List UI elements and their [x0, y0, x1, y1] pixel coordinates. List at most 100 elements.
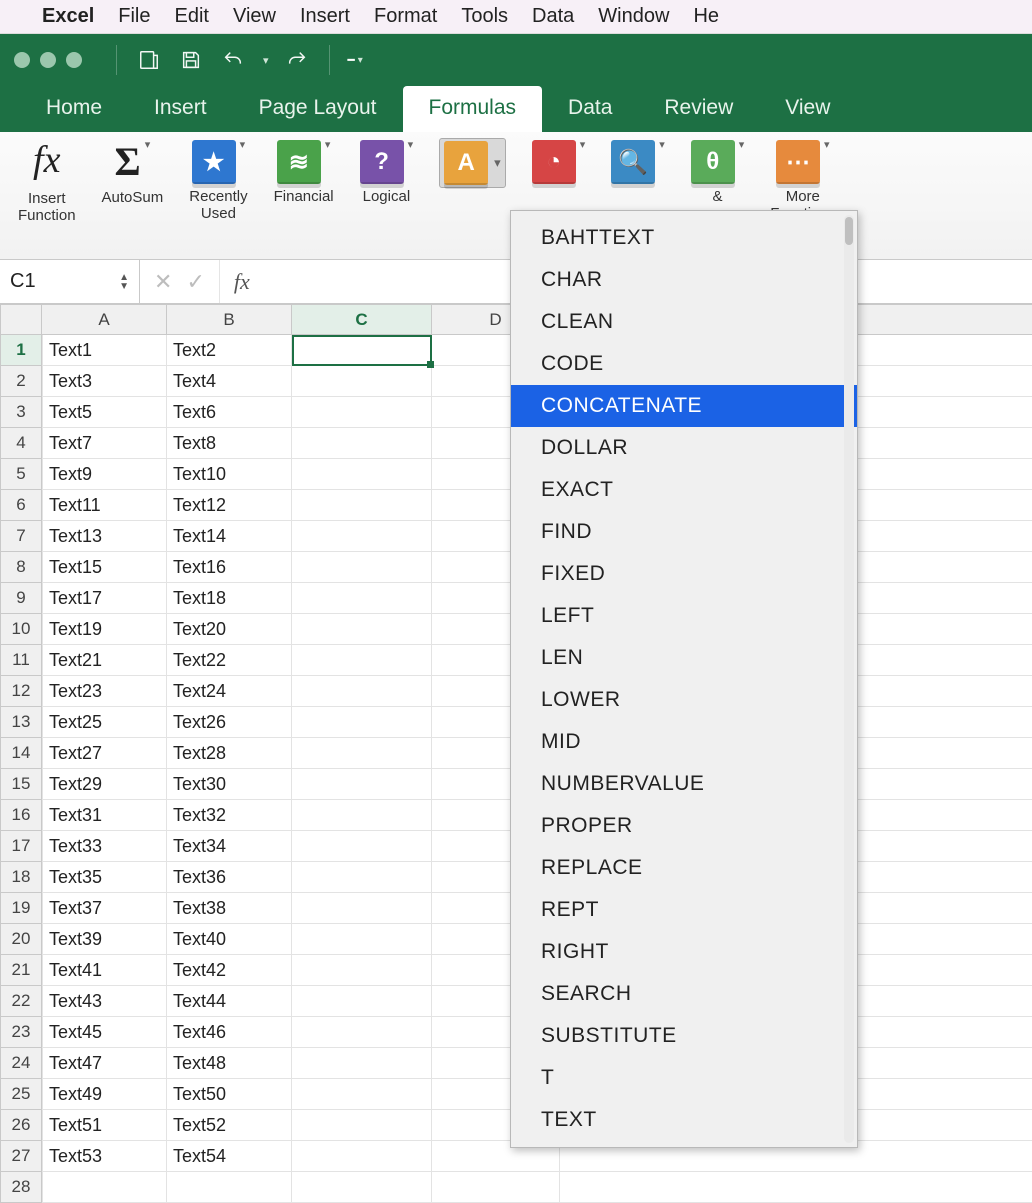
cell[interactable]: Text42: [167, 955, 292, 986]
row-header[interactable]: 16: [0, 800, 42, 831]
undo-dropdown-icon[interactable]: ▾: [263, 54, 269, 67]
dropdown-item[interactable]: FIXED: [511, 553, 857, 595]
cell[interactable]: Text53: [42, 1141, 167, 1172]
menu-window[interactable]: Window: [598, 5, 669, 28]
dropdown-item[interactable]: FIND: [511, 511, 857, 553]
cell[interactable]: Text3: [42, 366, 167, 397]
row-header[interactable]: 21: [0, 955, 42, 986]
cell[interactable]: Text13: [42, 521, 167, 552]
cell[interactable]: [292, 1110, 432, 1141]
accept-formula-icon[interactable]: ✓: [186, 269, 204, 295]
row-header[interactable]: 6: [0, 490, 42, 521]
cell[interactable]: Text4: [167, 366, 292, 397]
cell[interactable]: Text30: [167, 769, 292, 800]
cell[interactable]: Text26: [167, 707, 292, 738]
cell[interactable]: Text32: [167, 800, 292, 831]
row-header[interactable]: 2: [0, 366, 42, 397]
cell[interactable]: Text54: [167, 1141, 292, 1172]
dropdown-item[interactable]: T: [511, 1057, 857, 1099]
cell[interactable]: [292, 924, 432, 955]
redo-icon[interactable]: [283, 46, 311, 74]
dropdown-scroll-thumb[interactable]: [845, 217, 853, 245]
insert-function-button[interactable]: fx Insert Function: [10, 138, 84, 255]
cell[interactable]: Text34: [167, 831, 292, 862]
dropdown-item[interactable]: PROPER: [511, 805, 857, 847]
cell[interactable]: Text15: [42, 552, 167, 583]
dropdown-item[interactable]: BAHTTEXT: [511, 217, 857, 259]
cell[interactable]: Text5: [42, 397, 167, 428]
cell[interactable]: Text41: [42, 955, 167, 986]
col-header-B[interactable]: B: [167, 304, 292, 335]
cell[interactable]: [292, 335, 432, 366]
row-header[interactable]: 23: [0, 1017, 42, 1048]
cell[interactable]: [292, 862, 432, 893]
col-header-C[interactable]: C: [292, 304, 432, 335]
row-header[interactable]: 18: [0, 862, 42, 893]
cell[interactable]: [292, 1017, 432, 1048]
row-header[interactable]: 25: [0, 1079, 42, 1110]
cell[interactable]: Text48: [167, 1048, 292, 1079]
cell[interactable]: Text46: [167, 1017, 292, 1048]
row-header[interactable]: 20: [0, 924, 42, 955]
zoom-window-icon[interactable]: [66, 52, 82, 68]
cell[interactable]: [292, 1079, 432, 1110]
cell[interactable]: [292, 552, 432, 583]
cell[interactable]: Text49: [42, 1079, 167, 1110]
cell[interactable]: Text2: [167, 335, 292, 366]
dropdown-item[interactable]: CLEAN: [511, 301, 857, 343]
cell[interactable]: [292, 1172, 432, 1203]
tab-insert[interactable]: Insert: [128, 86, 233, 132]
cell[interactable]: Text31: [42, 800, 167, 831]
select-all-corner[interactable]: [0, 304, 42, 335]
chevron-down-icon[interactable]: ▾: [408, 138, 414, 151]
logical-button[interactable]: ? ▾ Logical: [352, 138, 422, 255]
cell[interactable]: Text22: [167, 645, 292, 676]
cell[interactable]: Text50: [167, 1079, 292, 1110]
cell[interactable]: [292, 769, 432, 800]
dropdown-item[interactable]: CHAR: [511, 259, 857, 301]
chevron-down-icon[interactable]: ▾: [580, 138, 586, 151]
dropdown-item[interactable]: SUBSTITUTE: [511, 1015, 857, 1057]
chevron-down-icon[interactable]: ▾: [739, 138, 745, 151]
undo-icon[interactable]: [219, 46, 247, 74]
row-header[interactable]: 26: [0, 1110, 42, 1141]
cell[interactable]: [292, 707, 432, 738]
menu-help[interactable]: He: [693, 5, 719, 28]
cell[interactable]: Text39: [42, 924, 167, 955]
row-header[interactable]: 9: [0, 583, 42, 614]
cell[interactable]: [42, 1172, 167, 1203]
dropdown-item[interactable]: CONCATENATE: [511, 385, 857, 427]
row-header[interactable]: 13: [0, 707, 42, 738]
menu-format[interactable]: Format: [374, 5, 437, 28]
dropdown-item[interactable]: MID: [511, 721, 857, 763]
cell[interactable]: Text29: [42, 769, 167, 800]
chevron-down-icon[interactable]: ▾: [240, 138, 246, 151]
cell[interactable]: Text8: [167, 428, 292, 459]
cell[interactable]: Text24: [167, 676, 292, 707]
chevron-down-icon[interactable]: ▾: [824, 138, 830, 151]
chevron-down-icon[interactable]: ▾: [325, 138, 331, 151]
cell[interactable]: Text21: [42, 645, 167, 676]
row-header[interactable]: 24: [0, 1048, 42, 1079]
cell[interactable]: Text33: [42, 831, 167, 862]
cell[interactable]: [292, 521, 432, 552]
cell[interactable]: Text37: [42, 893, 167, 924]
cell[interactable]: Text20: [167, 614, 292, 645]
cell[interactable]: Text51: [42, 1110, 167, 1141]
cell[interactable]: [292, 428, 432, 459]
cell[interactable]: Text23: [42, 676, 167, 707]
cell[interactable]: Text18: [167, 583, 292, 614]
chevron-down-icon[interactable]: ▾: [494, 155, 501, 171]
dropdown-scrollbar[interactable]: [844, 215, 854, 1143]
cell[interactable]: [292, 490, 432, 521]
cell[interactable]: [292, 831, 432, 862]
row-header[interactable]: 5: [0, 459, 42, 490]
cell[interactable]: Text9: [42, 459, 167, 490]
cell[interactable]: [292, 583, 432, 614]
dropdown-item[interactable]: SEARCH: [511, 973, 857, 1015]
cell[interactable]: Text43: [42, 986, 167, 1017]
chevron-down-icon[interactable]: ▾: [659, 138, 665, 151]
dropdown-item[interactable]: DOLLAR: [511, 427, 857, 469]
cell[interactable]: Text38: [167, 893, 292, 924]
dropdown-item[interactable]: LEFT: [511, 595, 857, 637]
